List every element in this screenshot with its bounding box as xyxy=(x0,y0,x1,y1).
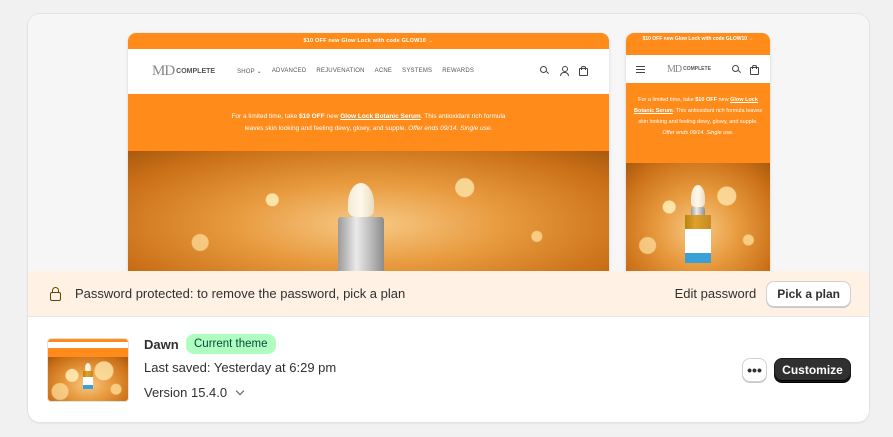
promo-banner: For a limited time, take $10 OFF new Glo… xyxy=(128,94,609,151)
lock-icon xyxy=(49,287,62,301)
logo-word: COMPLETE xyxy=(683,65,711,72)
store-header: MD COMPLETE SHOP ⌄ ADVANCED REJUVENATION… xyxy=(128,49,609,94)
promo-banner: For a limited time, take $10 OFF new Glo… xyxy=(626,83,770,163)
promo-text: For a limited time, take xyxy=(231,113,300,120)
promo-discount: $10 OFF xyxy=(695,97,717,103)
serum-bottle-image xyxy=(338,183,384,271)
more-actions-button[interactable]: ••• xyxy=(742,358,767,382)
promo-text: . This antioxidant rich formula xyxy=(420,113,506,120)
store-header: MD COMPLETE xyxy=(626,55,770,83)
cart-icon xyxy=(578,66,588,76)
theme-name: Dawn xyxy=(144,337,179,352)
logo-mark: MD xyxy=(667,63,682,75)
current-theme-badge: Current theme xyxy=(186,334,276,354)
version-dropdown[interactable]: Version 15.4.0 xyxy=(144,385,245,400)
menu-icon xyxy=(636,65,645,74)
chevron-down-icon xyxy=(235,386,245,395)
account-icon xyxy=(559,66,569,76)
mobile-preview: $10 OFF new Glow Lock with code GLOW10 →… xyxy=(626,33,770,271)
announcement-bar: $10 OFF new Glow Lock with code GLOW10 → xyxy=(128,33,609,49)
pick-plan-button[interactable]: Pick a plan xyxy=(766,280,851,307)
menu-item-rewards: REWARDS xyxy=(442,68,475,74)
search-icon xyxy=(540,66,549,75)
promo-text: new xyxy=(324,113,341,120)
header-icons xyxy=(732,65,759,75)
store-logo: MD COMPLETE xyxy=(667,64,711,75)
theme-preview[interactable]: $10 OFF new Glow Lock with code GLOW10 →… xyxy=(28,14,869,271)
password-banner: Password protected: to remove the passwo… xyxy=(28,271,869,316)
announcement-bar: $10 OFF new Glow Lock with code GLOW10 → xyxy=(626,33,770,55)
promo-expiry: Offer ends 09/14. Single use. xyxy=(662,130,734,136)
desktop-preview: $10 OFF new Glow Lock with code GLOW10 →… xyxy=(128,33,609,271)
store-menu: SHOP ⌄ ADVANCED REJUVENATION ACNE SYSTEM… xyxy=(237,68,474,75)
logo-mark: MD xyxy=(152,63,175,79)
current-theme-row: Dawn Current theme Last saved: Yesterday… xyxy=(28,316,869,422)
store-logo: MD COMPLETE xyxy=(152,63,215,80)
menu-item-advanced: ADVANCED xyxy=(271,68,307,74)
header-icons xyxy=(540,66,588,76)
promo-text: For a limited time, take xyxy=(638,97,696,103)
last-saved-text: Last saved: Yesterday at 6:29 pm xyxy=(144,360,337,375)
promo-discount: $10 OFF xyxy=(299,113,325,120)
promo-text: leaves skin looking and feeling dewy, gl… xyxy=(244,125,409,132)
cart-icon xyxy=(749,65,759,75)
edit-password-link[interactable]: Edit password xyxy=(675,286,757,301)
promo-expiry: Offer ends 09/14. Single use. xyxy=(408,125,493,132)
serum-bottle-image xyxy=(681,185,715,263)
menu-item-acne: ACNE xyxy=(374,68,393,74)
theme-card: $10 OFF new Glow Lock with code GLOW10 →… xyxy=(28,14,869,422)
customize-button[interactable]: Customize xyxy=(774,358,851,382)
promo-text: new xyxy=(716,97,731,103)
version-label: Version 15.4.0 xyxy=(144,385,228,400)
logo-word: COMPLETE xyxy=(176,68,216,75)
search-icon xyxy=(732,65,741,74)
theme-thumbnail xyxy=(47,338,129,402)
hero-image xyxy=(626,163,770,271)
hero-image xyxy=(128,151,609,271)
menu-item-rejuvenation: REJUVENATION xyxy=(316,68,365,74)
menu-item-systems: SYSTEMS xyxy=(402,68,433,74)
promo-link: Glow Lock Botanic Serum xyxy=(340,113,421,120)
password-message: Password protected: to remove the passwo… xyxy=(75,286,406,301)
menu-item-shop: SHOP ⌄ xyxy=(237,69,262,75)
